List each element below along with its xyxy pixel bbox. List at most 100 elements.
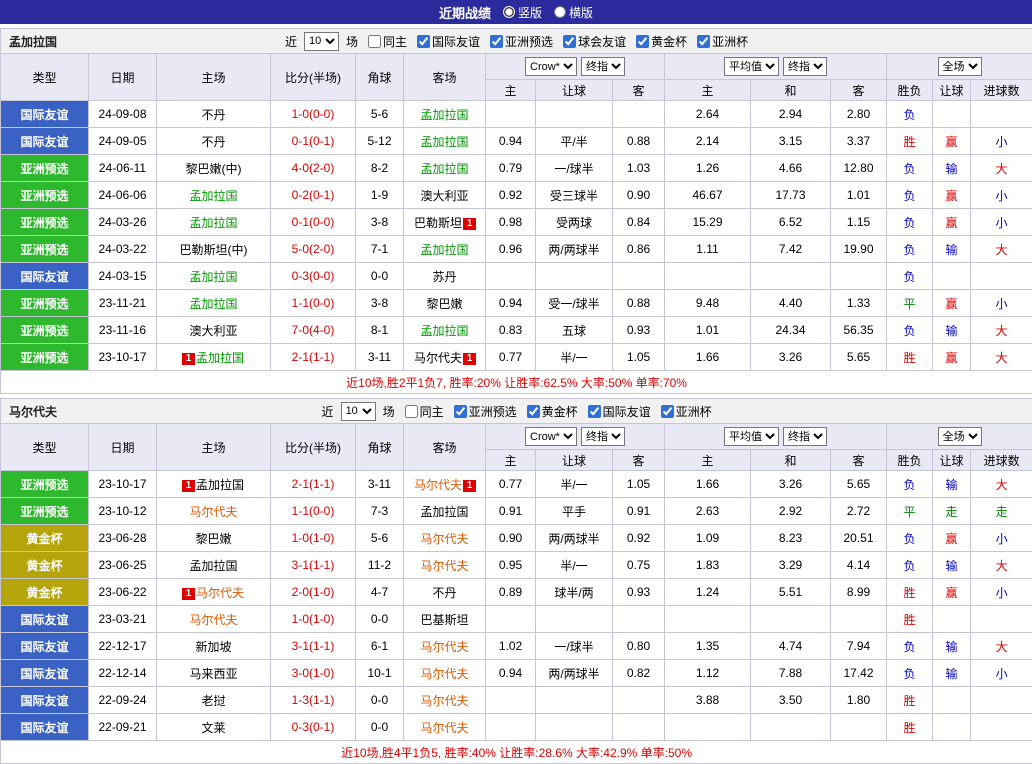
league-filter-checkbox-input[interactable] xyxy=(454,405,467,418)
home-team-cell: 黎巴嫩(中) xyxy=(157,155,271,182)
away-team[interactable]: 孟加拉国 xyxy=(419,162,469,176)
away-team[interactable]: 马尔代夫 xyxy=(419,559,469,573)
final-odds-select[interactable]: 终指 xyxy=(581,427,625,446)
league-filter-checkbox-input[interactable] xyxy=(661,405,674,418)
home-team[interactable]: 黎巴嫩(中) xyxy=(185,162,243,176)
home-team-cell: 不丹 xyxy=(157,128,271,155)
away-team[interactable]: 黎巴嫩 xyxy=(425,297,463,311)
away-team[interactable]: 孟加拉国 xyxy=(419,108,469,122)
league-filter-checkbox[interactable]: 国际友谊 xyxy=(417,33,480,50)
same-home-checkbox-input[interactable] xyxy=(368,35,381,48)
home-team[interactable]: 孟加拉国 xyxy=(188,189,238,203)
team-name: 孟加拉国 xyxy=(9,33,57,50)
away-team[interactable]: 澳大利亚 xyxy=(419,189,469,203)
match-row: 国际友谊22-12-17新加坡3-1(1-1)6-1马尔代夫1.02一/球半0.… xyxy=(1,633,1032,660)
odds-cell xyxy=(665,606,751,633)
home-team[interactable]: 孟加拉国 xyxy=(195,351,245,365)
odds-cell: 0.94 xyxy=(486,660,536,687)
result-cell: 输 xyxy=(933,155,971,182)
full-match-select[interactable]: 全场 xyxy=(938,57,982,76)
away-team[interactable]: 马尔代夫 xyxy=(419,640,469,654)
bookmaker-select[interactable]: Crow* xyxy=(525,427,577,446)
odds-cell: 0.84 xyxy=(613,209,665,236)
away-team[interactable]: 孟加拉国 xyxy=(419,324,469,338)
final-odds-select-2[interactable]: 终指 xyxy=(783,427,827,446)
home-team[interactable]: 马尔代夫 xyxy=(188,505,238,519)
layout-horizontal-radio[interactable]: 横版 xyxy=(554,4,593,21)
match-date: 22-12-17 xyxy=(89,633,157,660)
league-filter-checkbox[interactable]: 黄金杯 xyxy=(636,33,687,50)
league-filter-checkbox[interactable]: 黄金杯 xyxy=(527,403,578,420)
home-team[interactable]: 马尔代夫 xyxy=(188,613,238,627)
odds-cell: 3.29 xyxy=(751,552,831,579)
odds-cell: 7.88 xyxy=(751,660,831,687)
horizontal-radio-input[interactable] xyxy=(554,6,566,18)
away-team[interactable]: 马尔代夫 xyxy=(419,721,469,735)
odds-cell: 0.89 xyxy=(486,579,536,606)
same-home-checkbox[interactable]: 同主 xyxy=(405,403,444,420)
league-filter-checkbox-input[interactable] xyxy=(697,35,710,48)
away-team[interactable]: 孟加拉国 xyxy=(419,243,469,257)
vertical-radio-input[interactable] xyxy=(503,6,515,18)
final-odds-select[interactable]: 终指 xyxy=(581,57,625,76)
home-team[interactable]: 孟加拉国 xyxy=(188,297,238,311)
odds-cell: 19.90 xyxy=(831,236,887,263)
home-team[interactable]: 老挝 xyxy=(200,694,226,708)
away-team[interactable]: 马尔代夫 xyxy=(413,351,463,365)
away-team[interactable]: 不丹 xyxy=(431,586,457,600)
home-team[interactable]: 澳大利亚 xyxy=(188,324,238,338)
home-team[interactable]: 不丹 xyxy=(200,135,226,149)
home-team[interactable]: 新加坡 xyxy=(194,640,232,654)
away-team[interactable]: 马尔代夫 xyxy=(419,532,469,546)
league-filter-checkbox-input[interactable] xyxy=(563,35,576,48)
league-filter-checkbox[interactable]: 亚洲预选 xyxy=(490,33,553,50)
league-filter-checkbox-input[interactable] xyxy=(636,35,649,48)
col-subheader-avg_d: 和 xyxy=(751,80,831,101)
home-team[interactable]: 黎巴嫩 xyxy=(194,532,232,546)
away-team[interactable]: 马尔代夫 xyxy=(419,694,469,708)
league-filter-checkbox-input[interactable] xyxy=(490,35,503,48)
recent-count-select[interactable]: 10 xyxy=(304,32,339,51)
match-row: 亚洲预选24-06-11黎巴嫩(中)4-0(2-0)8-2孟加拉国0.79一/球… xyxy=(1,155,1032,182)
home-team[interactable]: 孟加拉国 xyxy=(188,559,238,573)
away-team-cell: 孟加拉国 xyxy=(404,317,486,344)
league-filter-checkbox[interactable]: 亚洲杯 xyxy=(661,403,712,420)
away-team[interactable]: 孟加拉国 xyxy=(419,135,469,149)
league-filter-checkbox-input[interactable] xyxy=(588,405,601,418)
league-filter-checkbox[interactable]: 亚洲预选 xyxy=(454,403,517,420)
recent-count-select[interactable]: 10 xyxy=(341,402,376,421)
away-team[interactable]: 马尔代夫 xyxy=(419,667,469,681)
full-match-select[interactable]: 全场 xyxy=(938,427,982,446)
home-team[interactable]: 文莱 xyxy=(200,721,226,735)
league-filter-checkbox[interactable]: 国际友谊 xyxy=(588,403,651,420)
away-team[interactable]: 苏丹 xyxy=(431,270,457,284)
odds-cell: 0.90 xyxy=(613,182,665,209)
home-team[interactable]: 孟加拉国 xyxy=(195,478,245,492)
same-home-checkbox-input[interactable] xyxy=(405,405,418,418)
same-home-checkbox[interactable]: 同主 xyxy=(368,33,407,50)
average-odds-select[interactable]: 平均值 xyxy=(724,57,779,76)
layout-vertical-radio[interactable]: 竖版 xyxy=(503,4,542,21)
odds-cell xyxy=(613,263,665,290)
home-team[interactable]: 马尔代夫 xyxy=(195,586,245,600)
league-filter-checkbox-input[interactable] xyxy=(417,35,430,48)
result-cell: 小 xyxy=(971,128,1032,155)
average-odds-select[interactable]: 平均值 xyxy=(724,427,779,446)
home-team[interactable]: 孟加拉国 xyxy=(188,216,238,230)
league-filter-checkbox[interactable]: 亚洲杯 xyxy=(697,33,748,50)
home-team[interactable]: 马来西亚 xyxy=(188,667,238,681)
bookmaker-select[interactable]: Crow* xyxy=(525,57,577,76)
away-team[interactable]: 孟加拉国 xyxy=(419,505,469,519)
away-team[interactable]: 巴勒斯坦 xyxy=(413,216,463,230)
home-team[interactable]: 巴勒斯坦(中) xyxy=(179,243,249,257)
home-team-cell: 文莱 xyxy=(157,714,271,741)
away-team[interactable]: 巴基斯坦 xyxy=(419,613,469,627)
league-filter-checkbox[interactable]: 球会友谊 xyxy=(563,33,626,50)
home-team[interactable]: 不丹 xyxy=(200,108,226,122)
result-cell: 胜 xyxy=(887,687,933,714)
final-odds-select-2[interactable]: 终指 xyxy=(783,57,827,76)
away-team[interactable]: 马尔代夫 xyxy=(413,478,463,492)
home-team[interactable]: 孟加拉国 xyxy=(188,270,238,284)
odds-cell: 0.95 xyxy=(486,552,536,579)
league-filter-checkbox-input[interactable] xyxy=(527,405,540,418)
